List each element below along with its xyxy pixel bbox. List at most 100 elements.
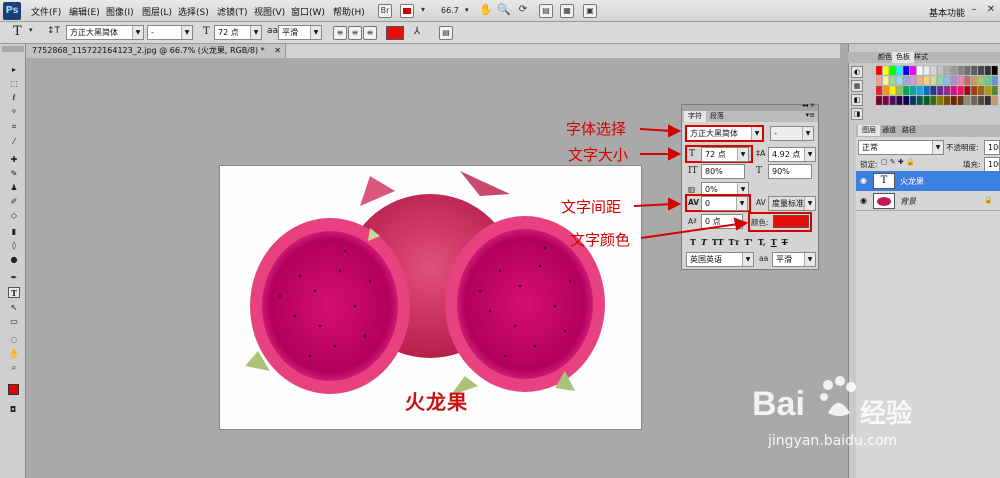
swatch-cell[interactable] [882,65,889,76]
swatch-cell[interactable] [971,95,978,106]
swatch-cell[interactable] [937,95,944,106]
layer-name[interactable]: 背景 [900,196,916,207]
swatch-cell[interactable] [964,85,971,96]
swatch-cell[interactable] [903,95,910,106]
swatch-cell[interactable] [957,65,964,76]
swatch-cell[interactable] [984,95,991,106]
swatch-cell[interactable] [991,75,998,86]
swatch-cell[interactable] [876,95,883,106]
swatch-cell[interactable] [882,95,889,106]
background-layer-thumbnail [873,193,895,209]
swatch-cell[interactable] [896,85,903,96]
styles-panel-icon[interactable]: ◨ [851,108,863,120]
swatch-cell[interactable] [876,75,883,86]
layer-row-text[interactable]: ◉ T 火龙果 [856,171,1000,191]
swatch-cell[interactable] [991,85,998,96]
swatch-cell[interactable] [937,75,944,86]
swatch-cell[interactable] [977,75,985,86]
lock-options-icon[interactable]: ▢ ✎ ✚ 🔒 [881,158,915,166]
swatch-cell[interactable] [964,95,971,106]
swatches-grid[interactable] [876,64,1000,112]
layer-name[interactable]: 火龙果 [900,176,924,187]
tab-channels[interactable]: 通道 [878,125,900,136]
swatch-cell[interactable] [930,65,937,76]
fill-input[interactable]: 100% [984,157,1000,172]
swatch-cell[interactable] [971,75,978,86]
swatch-cell[interactable] [882,75,889,86]
swatch-cell[interactable] [903,75,910,86]
swatch-cell[interactable] [937,85,944,96]
swatch-cell[interactable] [916,65,923,76]
swatch-cell[interactable] [964,65,971,76]
swatch-cell[interactable] [930,85,937,96]
swatch-cell[interactable] [923,85,930,96]
opacity-label: 不透明度: [946,143,979,152]
swatch-cell[interactable] [923,65,930,76]
paw-logo-icon [820,376,856,416]
tab-styles[interactable]: 样式 [910,52,932,63]
swatch-cell[interactable] [971,85,978,96]
fill-label: 填充: [963,160,981,169]
swatch-cell[interactable] [876,85,883,96]
annotation-font-size: 文字大小 [568,146,629,164]
swatch-cell[interactable] [882,85,889,96]
watermark-brand-right: 经验 [860,399,913,429]
swatch-cell[interactable] [971,65,978,76]
lock-icon: 🔒 [984,196,993,204]
swatch-cell[interactable] [943,95,951,106]
swatch-cell[interactable] [977,65,985,76]
swatch-cell[interactable] [896,75,903,86]
swatch-cell[interactable] [937,65,944,76]
color-panel-icon[interactable]: ◐ [851,66,863,78]
swatch-cell[interactable] [909,85,917,96]
swatch-cell[interactable] [950,85,957,96]
swatch-cell[interactable] [991,95,998,106]
adjustments-panel-icon[interactable]: ◧ [851,94,863,106]
swatch-cell[interactable] [950,65,957,76]
swatch-cell[interactable] [930,75,937,86]
swatch-cell[interactable] [964,75,971,86]
swatch-cell[interactable] [916,95,923,106]
swatch-cell[interactable] [889,95,896,106]
swatch-cell[interactable] [889,75,896,86]
visibility-eye-icon[interactable]: ◉ [860,176,867,185]
swatch-cell[interactable] [977,95,985,106]
swatch-cell[interactable] [896,65,903,76]
swatch-cell[interactable] [943,85,951,96]
visibility-eye-icon[interactable]: ◉ [860,196,867,205]
swatch-cell[interactable] [977,85,985,96]
swatch-cell[interactable] [957,95,964,106]
swatch-cell[interactable] [909,65,917,76]
swatch-cell[interactable] [950,95,957,106]
swatch-cell[interactable] [889,85,896,96]
swatch-cell[interactable] [909,75,917,86]
swatch-cell[interactable] [903,65,910,76]
swatch-cell[interactable] [889,65,896,76]
swatch-cell[interactable] [896,95,903,106]
swatch-cell[interactable] [991,65,998,76]
swatch-cell[interactable] [943,65,951,76]
swatch-cell[interactable] [903,85,910,96]
swatch-cell[interactable] [984,85,991,96]
swatch-cell[interactable] [984,75,991,86]
swatch-cell[interactable] [909,95,917,106]
swatch-panel-icon[interactable]: ▦ [851,80,863,92]
watermark-brand-left: Bai [752,385,805,423]
swatch-cell[interactable] [984,65,991,76]
swatch-cell[interactable] [943,75,951,86]
annotation-spacing: 文字间距 [561,198,622,216]
blend-mode-select[interactable]: 正常 ▼ [858,140,944,155]
swatch-cell[interactable] [923,75,930,86]
tab-layers[interactable]: 图层 [858,125,880,136]
swatch-cell[interactable] [923,95,930,106]
swatch-cell[interactable] [916,85,923,96]
swatch-cell[interactable] [950,75,957,86]
swatch-cell[interactable] [916,75,923,86]
swatch-cell[interactable] [876,65,883,76]
tab-paths[interactable]: 路径 [898,125,920,136]
swatch-cell[interactable] [930,95,937,106]
opacity-input[interactable]: 100% [984,140,1000,155]
swatch-cell[interactable] [957,85,964,96]
layer-row-background[interactable]: ◉ 背景 🔒 [856,191,1000,211]
swatch-cell[interactable] [957,75,964,86]
